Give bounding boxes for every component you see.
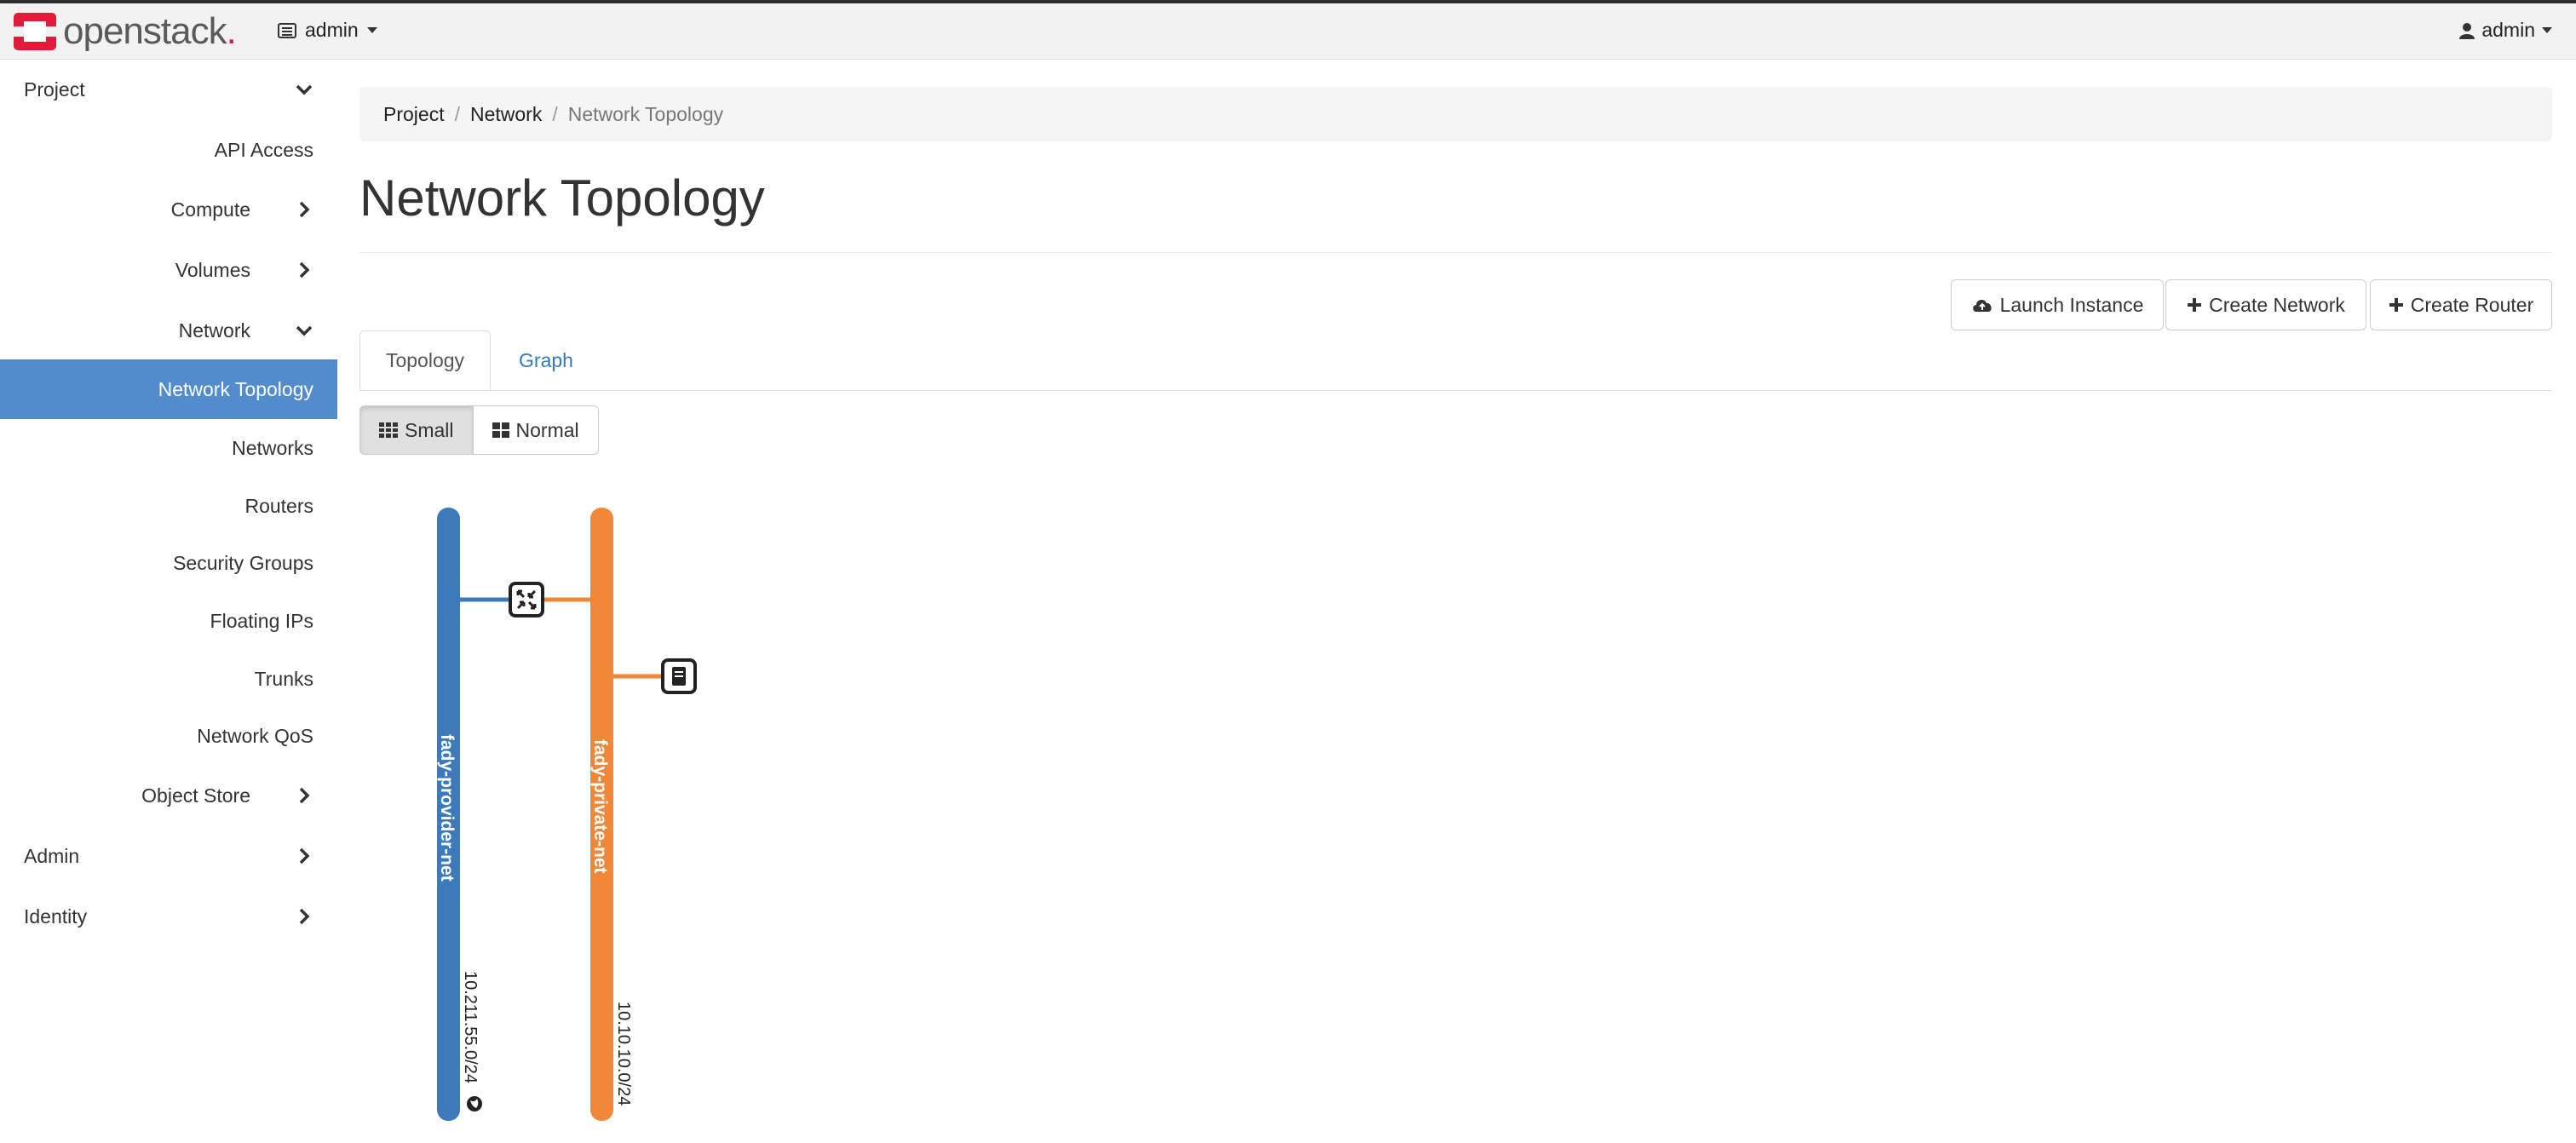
- network-private[interactable]: fady-private-net 10.10.10.0/24: [590, 508, 633, 1121]
- network-private-cidr: 10.10.10.0/24: [614, 1002, 633, 1106]
- brand-logo-link[interactable]: openstack.: [12, 10, 237, 53]
- sidebar-item-label: API Access: [214, 138, 313, 161]
- topology-tabs: Topology Graph: [359, 330, 2552, 391]
- sidebar-item-routers[interactable]: Routers: [0, 476, 337, 536]
- breadcrumb-project[interactable]: Project: [383, 103, 445, 126]
- create-router-label: Create Router: [2410, 293, 2534, 316]
- tab-topology[interactable]: Topology: [359, 330, 491, 390]
- user-icon: [2459, 22, 2475, 39]
- launch-instance-button[interactable]: Launch Instance: [1951, 279, 2164, 330]
- chevron-down-icon: [296, 325, 313, 336]
- sidebar-item-label: Trunks: [254, 667, 313, 690]
- user-menu-label: admin: [2481, 19, 2535, 41]
- cloud-upload-icon: [1972, 300, 1992, 312]
- caret-down-icon: [366, 27, 377, 33]
- launch-instance-label: Launch Instance: [1999, 293, 2144, 316]
- caret-down-icon: [2542, 27, 2552, 33]
- user-menu[interactable]: admin: [2459, 19, 2552, 42]
- globe-icon: [467, 1096, 482, 1111]
- page-title: Network Topology: [359, 169, 765, 227]
- sidebar-item-label: Network: [178, 319, 250, 342]
- sidebar-item-network-qos[interactable]: Network QoS: [0, 706, 337, 766]
- chevron-right-icon: [299, 261, 310, 279]
- brand-dot: .: [226, 10, 237, 52]
- sidebar-item-trunks[interactable]: Trunks: [0, 649, 337, 709]
- tab-graph[interactable]: Graph: [491, 330, 601, 390]
- plus-icon: [2188, 298, 2202, 312]
- plus-icon: [2389, 298, 2403, 312]
- top-navbar: openstack. admin admin: [0, 0, 2576, 60]
- sidebar-item-label: Admin: [24, 844, 80, 867]
- small-view-label: Small: [405, 418, 454, 441]
- sidebar-item-security-groups[interactable]: Security Groups: [0, 533, 337, 593]
- create-network-label: Create Network: [2209, 293, 2345, 316]
- sidebar-item-label: Routers: [244, 494, 313, 517]
- normal-view-label: Normal: [515, 418, 579, 441]
- sidebar-item-floating-ips[interactable]: Floating IPs: [0, 591, 337, 651]
- chevron-right-icon: [299, 787, 310, 804]
- title-divider: [359, 252, 2552, 253]
- breadcrumb-network[interactable]: Network: [470, 103, 542, 126]
- network-private-label: fady-private-net: [590, 739, 610, 874]
- project-list-icon: [278, 22, 296, 38]
- chevron-right-icon: [299, 201, 310, 218]
- sidebar-item-admin[interactable]: Admin: [24, 826, 313, 886]
- sidebar-item-network[interactable]: Network: [0, 301, 337, 360]
- sidebar-item-label: Floating IPs: [210, 609, 313, 632]
- breadcrumb: Project / Network / Network Topology: [359, 87, 2552, 141]
- sidebar-item-label: Object Store: [141, 784, 250, 807]
- view-size-toggle: Small Normal: [359, 405, 599, 455]
- chevron-right-icon: [299, 908, 310, 925]
- sidebar-item-object-store[interactable]: Object Store: [0, 766, 337, 825]
- sidebar-item-label: Network QoS: [197, 724, 313, 747]
- chevron-down-icon: [296, 84, 313, 95]
- brand-name: openstack: [63, 10, 227, 52]
- sidebar-item-label: Network Topology: [158, 377, 313, 400]
- sidebar-item-label: Networks: [232, 436, 313, 459]
- create-network-button[interactable]: Create Network: [2165, 279, 2366, 330]
- project-switcher-label: admin: [305, 19, 359, 41]
- breadcrumb-separator: /: [454, 102, 460, 125]
- instance-icon[interactable]: [661, 658, 697, 694]
- sidebar-item-label: Security Groups: [173, 551, 313, 574]
- sidebar-item-network-topology[interactable]: Network Topology: [0, 359, 337, 419]
- breadcrumb-separator: /: [552, 102, 558, 125]
- create-router-button[interactable]: Create Router: [2370, 279, 2552, 330]
- sidebar-item-api-access[interactable]: API Access: [0, 120, 337, 180]
- sidebar-item-project[interactable]: Project: [24, 60, 313, 119]
- normal-view-button[interactable]: Normal: [473, 405, 599, 455]
- sidebar: Project API Access Compute Volumes Netwo…: [0, 60, 337, 1143]
- sidebar-item-label: Identity: [24, 905, 88, 928]
- breadcrumb-current: Network Topology: [567, 102, 724, 125]
- grid-large-icon: [492, 422, 509, 438]
- network-provider-cidr: 10.211.55.0/24: [461, 971, 480, 1083]
- grid-small-icon: [379, 422, 398, 438]
- sidebar-item-compute[interactable]: Compute: [0, 180, 337, 239]
- sidebar-item-label: Volumes: [175, 258, 250, 281]
- project-switcher[interactable]: admin: [278, 19, 377, 42]
- sidebar-item-volumes[interactable]: Volumes: [0, 240, 337, 300]
- router-icon[interactable]: [509, 582, 544, 617]
- sidebar-item-identity[interactable]: Identity: [24, 887, 313, 946]
- openstack-logo-icon: [12, 13, 58, 50]
- network-provider-label: fady-provider-net: [437, 734, 457, 882]
- sidebar-item-label: Compute: [170, 198, 250, 221]
- sidebar-item-label: Project: [24, 78, 85, 101]
- chevron-right-icon: [299, 847, 310, 864]
- small-view-button[interactable]: Small: [359, 405, 474, 455]
- sidebar-item-networks[interactable]: Networks: [0, 418, 337, 478]
